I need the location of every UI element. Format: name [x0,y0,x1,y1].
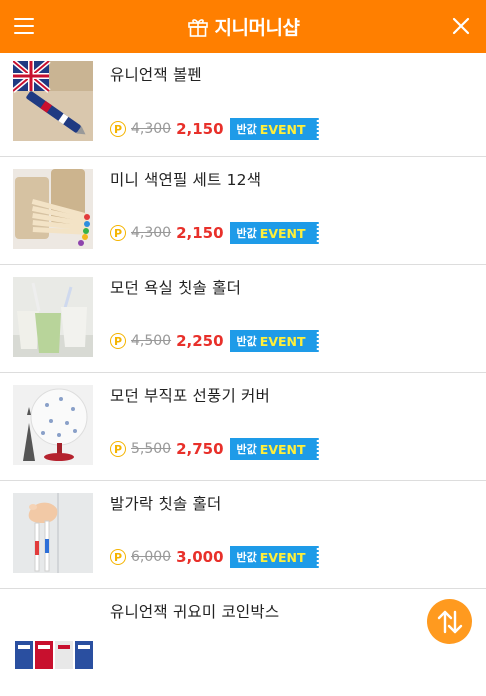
page-title: 지니머니샵 [214,17,300,39]
product-image-toe-toothbrush-holder [13,493,93,573]
product-name: 유니언잭 볼펜 [110,66,202,84]
product-image-coin-box [13,629,93,669]
gift-icon [187,18,208,37]
product-item[interactable]: 유니언잭 볼펜 P 4,300 2,150 반값 EVENT [0,53,486,157]
shop-title: 지니머니샵 [0,0,486,53]
product-name: 모던 부직포 선풍기 커버 [110,387,270,405]
product-name: 미니 색연필 세트 12색 [110,171,262,189]
product-name: 발가락 칫솔 홀더 [110,495,222,513]
event-badge: 반값 EVENT [229,546,319,568]
product-list: 유니언잭 볼펜 P 4,300 2,150 반값 EVENT 미니 색연필 세트… [0,53,486,696]
product-image-fan-cover [13,385,93,465]
product-name: 모던 욕실 칫솔 홀더 [110,279,242,297]
point-coin-icon: P [110,549,126,565]
badge-prefix: 반값 [236,227,257,240]
badge-label: EVENT [259,549,306,565]
scroll-up-down-icon [437,610,462,633]
badge-prefix: 반값 [236,123,257,136]
price-row: P 4,300 2,150 반값 EVENT [110,118,319,140]
point-coin-icon: P [110,333,126,349]
badge-label: EVENT [259,121,306,137]
scroll-toggle-button[interactable] [427,599,472,644]
sale-price: 2,150 [176,224,224,242]
sale-price: 3,000 [176,548,224,566]
badge-label: EVENT [259,333,306,349]
original-price: 4,500 [131,333,172,349]
event-badge: 반값 EVENT [229,330,319,352]
product-item[interactable]: 미니 색연필 세트 12색 P 4,300 2,150 반값 EVENT [0,157,486,265]
price-row: P 6,000 3,000 반값 EVENT [110,546,319,568]
product-item[interactable]: 모던 부직포 선풍기 커버 P 5,500 2,750 반값 EVENT [0,373,486,481]
badge-prefix: 반값 [236,551,257,564]
event-badge: 반값 EVENT [229,118,319,140]
sale-price: 2,250 [176,332,224,350]
product-image-toothbrush-holder [13,277,93,357]
event-badge: 반값 EVENT [229,438,319,460]
original-price: 5,500 [131,441,172,457]
price-row: P 5,500 2,750 반값 EVENT [110,438,319,460]
badge-label: EVENT [259,225,306,241]
product-item[interactable]: 발가락 칫솔 홀더 P 6,000 3,000 반값 EVENT [0,481,486,589]
product-image-pen [13,61,93,141]
original-price: 4,300 [131,225,172,241]
point-coin-icon: P [110,225,126,241]
original-price: 6,000 [131,549,172,565]
product-image-colored-pencils [13,169,93,249]
product-item[interactable]: 유니언잭 귀요미 코인박스 [0,589,486,696]
sale-price: 2,150 [176,120,224,138]
badge-prefix: 반값 [236,443,257,456]
close-icon[interactable] [450,15,472,37]
original-price: 4,300 [131,121,172,137]
badge-prefix: 반값 [236,335,257,348]
price-row: P 4,500 2,250 반값 EVENT [110,330,319,352]
product-name: 유니언잭 귀요미 코인박스 [110,603,280,621]
sale-price: 2,750 [176,440,224,458]
app-header: 지니머니샵 [0,0,486,53]
product-item[interactable]: 모던 욕실 칫솔 홀더 P 4,500 2,250 반값 EVENT [0,265,486,373]
event-badge: 반값 EVENT [229,222,319,244]
point-coin-icon: P [110,441,126,457]
point-coin-icon: P [110,121,126,137]
badge-label: EVENT [259,441,306,457]
price-row: P 4,300 2,150 반값 EVENT [110,222,319,244]
